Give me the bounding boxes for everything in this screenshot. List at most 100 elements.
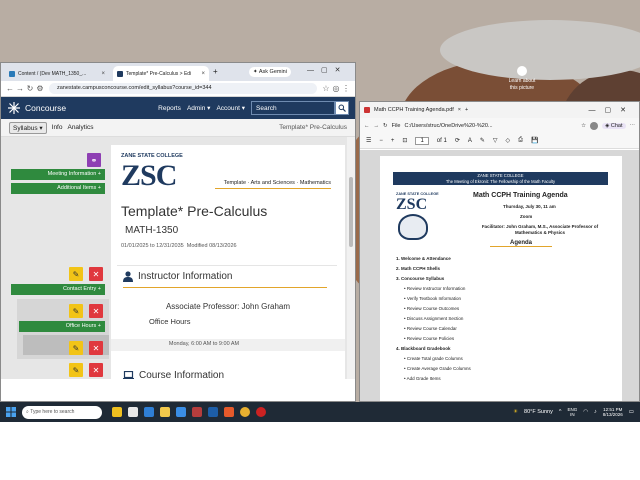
page-scrollbar[interactable] [347, 137, 355, 379]
wolf-mascot-logo [398, 214, 428, 240]
agenda-facilitator: Facilitator: John Graham, M.S., Associat… [481, 224, 599, 235]
task-view-icon[interactable] [128, 407, 138, 417]
link-icon[interactable]: ⚭ [87, 153, 101, 167]
agenda-title: Math CCPH Training Agenda [473, 192, 568, 199]
avatar[interactable] [590, 121, 599, 130]
delete-icon[interactable]: ✕ [89, 304, 103, 318]
search-button[interactable] [335, 101, 349, 115]
reload-icon[interactable]: ↻ [25, 84, 35, 93]
draw-icon[interactable]: ✎ [480, 137, 485, 144]
copilot-chat-button[interactable]: ◈ Chat [602, 122, 626, 129]
course-dates: 01/01/2025 to 12/31/2035 Modified 08/13/… [121, 243, 237, 249]
instructor-heading-text: Instructor Information [138, 271, 233, 282]
additional-items-button[interactable]: Additional Items + [11, 183, 105, 194]
copilot-taskbar-icon[interactable] [112, 407, 122, 417]
acrobat-icon[interactable] [192, 407, 202, 417]
back-icon[interactable]: ← [5, 84, 15, 93]
learn-about-picture-icon[interactable]: Learn about this picture [505, 66, 539, 92]
fit-icon[interactable]: ⊡ [402, 137, 407, 144]
contact-entry-button[interactable]: Contact Entry + [11, 284, 105, 295]
wifi-icon[interactable]: ◠ [583, 409, 588, 415]
college-logo: ZSC [396, 196, 428, 213]
ask-gemini-button[interactable]: ✦ Ask Gemini [249, 67, 291, 77]
close-icon[interactable]: × [458, 107, 461, 113]
edge-icon[interactable] [144, 407, 154, 417]
blank-area [0, 422, 640, 480]
agenda-item: • Create Total grade Columns [404, 356, 463, 361]
new-tab-button[interactable]: + [213, 67, 218, 76]
chrome-icon[interactable] [240, 407, 250, 417]
concourse-logo-icon [8, 102, 20, 114]
office-hours-button[interactable]: Office Hours + [19, 321, 105, 332]
syllabus-dropdown[interactable]: Syllabus ▾ [9, 121, 47, 134]
zoom-out-icon[interactable]: − [379, 138, 383, 144]
tab-label: Content / (Dev MATH_1350_... [18, 70, 87, 77]
back-icon[interactable]: ← [364, 123, 370, 129]
weather-label[interactable]: 80°F Sunny [524, 409, 553, 415]
search-input[interactable]: Search [251, 101, 335, 115]
concourse-logo[interactable]: Concourse [7, 101, 66, 115]
window-controls[interactable]: —▢✕ [589, 106, 635, 114]
tab-concourse-edit[interactable]: Template* Pre-Calculus > Edi × [113, 66, 209, 81]
menu-icon[interactable]: ⋯ [630, 123, 636, 129]
clock[interactable]: 12:51 PM 8/13/2026 [603, 407, 623, 417]
word-icon[interactable] [208, 407, 218, 417]
language-indicator[interactable]: ENG IN [567, 407, 577, 417]
mail-icon[interactable] [176, 407, 186, 417]
edit-pencil-icon[interactable]: ✎ [69, 363, 83, 377]
course-code: MATH-1350 [125, 225, 179, 236]
erase-icon[interactable]: ◇ [506, 137, 511, 144]
date-range: 01/01/2025 to 12/31/2035 [121, 243, 184, 249]
page-number-input[interactable]: 1 [415, 136, 429, 145]
star-icon[interactable]: ☆ [581, 123, 586, 129]
taskbar-search[interactable]: ⌕ Type here to search [22, 405, 102, 419]
record-icon[interactable] [256, 407, 266, 417]
tab-d2l-content[interactable]: Content / (Dev MATH_1350_... × [5, 66, 109, 81]
scrollbar-thumb[interactable] [349, 177, 353, 247]
nav-admin[interactable]: Admin ▾ [187, 104, 211, 112]
logo-text: Concourse [25, 103, 67, 113]
edit-pencil-icon[interactable]: ✎ [69, 304, 83, 318]
star-icon[interactable]: ☆ [321, 84, 331, 93]
tray-chevron-icon[interactable]: ^ [559, 409, 562, 415]
edit-pencil-icon[interactable]: ✎ [69, 267, 83, 281]
zoom-in-icon[interactable]: + [391, 138, 395, 144]
windows-start-icon[interactable] [6, 407, 16, 417]
taskbar-search-label: Type here to search [30, 409, 75, 415]
forward-icon[interactable]: → [374, 123, 380, 129]
tab-info[interactable]: Info [52, 124, 63, 131]
volume-icon[interactable]: ♪ [594, 409, 597, 415]
extension-icon[interactable]: ◎ [331, 84, 341, 93]
url-field[interactable]: zanestate.campusconcourse.com/edit_sylla… [49, 83, 317, 94]
nav-account[interactable]: Account ▾ [216, 104, 245, 112]
pdf-path-field[interactable]: C:/Users/struc/OneDrive%20-%20... [404, 123, 577, 129]
meeting-information-button[interactable]: Meeting Information + [11, 169, 105, 180]
delete-icon[interactable]: ✕ [89, 267, 103, 281]
new-tab-button[interactable]: + [465, 107, 468, 113]
forward-icon[interactable]: → [15, 84, 25, 93]
highlight-icon[interactable]: ▽ [493, 137, 498, 144]
print-icon[interactable]: ⎙ [518, 137, 523, 144]
file-explorer-icon[interactable] [160, 407, 170, 417]
rotate-icon[interactable]: ⟳ [455, 137, 460, 144]
reload-icon[interactable]: ↻ [383, 123, 388, 129]
menu-icon[interactable]: ⋮ [341, 84, 351, 93]
window-controls[interactable]: —▢✕ [307, 66, 347, 74]
edit-pencil-icon[interactable]: ✎ [69, 341, 83, 355]
tab-analytics[interactable]: Analytics [67, 124, 93, 131]
agenda-item: • Review Instructor Information [404, 286, 466, 291]
tab-strip: Content / (Dev MATH_1350_... × Template*… [1, 63, 355, 81]
nav-reports[interactable]: Reports [158, 105, 181, 112]
powerpoint-icon[interactable] [224, 407, 234, 417]
delete-icon[interactable]: ✕ [89, 363, 103, 377]
divider [117, 265, 337, 266]
delete-icon[interactable]: ✕ [89, 341, 103, 355]
close-icon[interactable]: × [101, 71, 105, 77]
toc-icon[interactable]: ☰ [366, 137, 371, 144]
pdf-tab-title[interactable]: Math CCPH Training Agenda.pdf [374, 107, 454, 113]
save-icon[interactable]: 💾 [531, 137, 538, 144]
close-icon[interactable]: × [201, 71, 205, 77]
site-info-icon[interactable]: ⚙ [35, 84, 45, 93]
read-aloud-icon[interactable]: A [468, 138, 472, 144]
notification-icon[interactable]: ▭ [629, 409, 634, 415]
